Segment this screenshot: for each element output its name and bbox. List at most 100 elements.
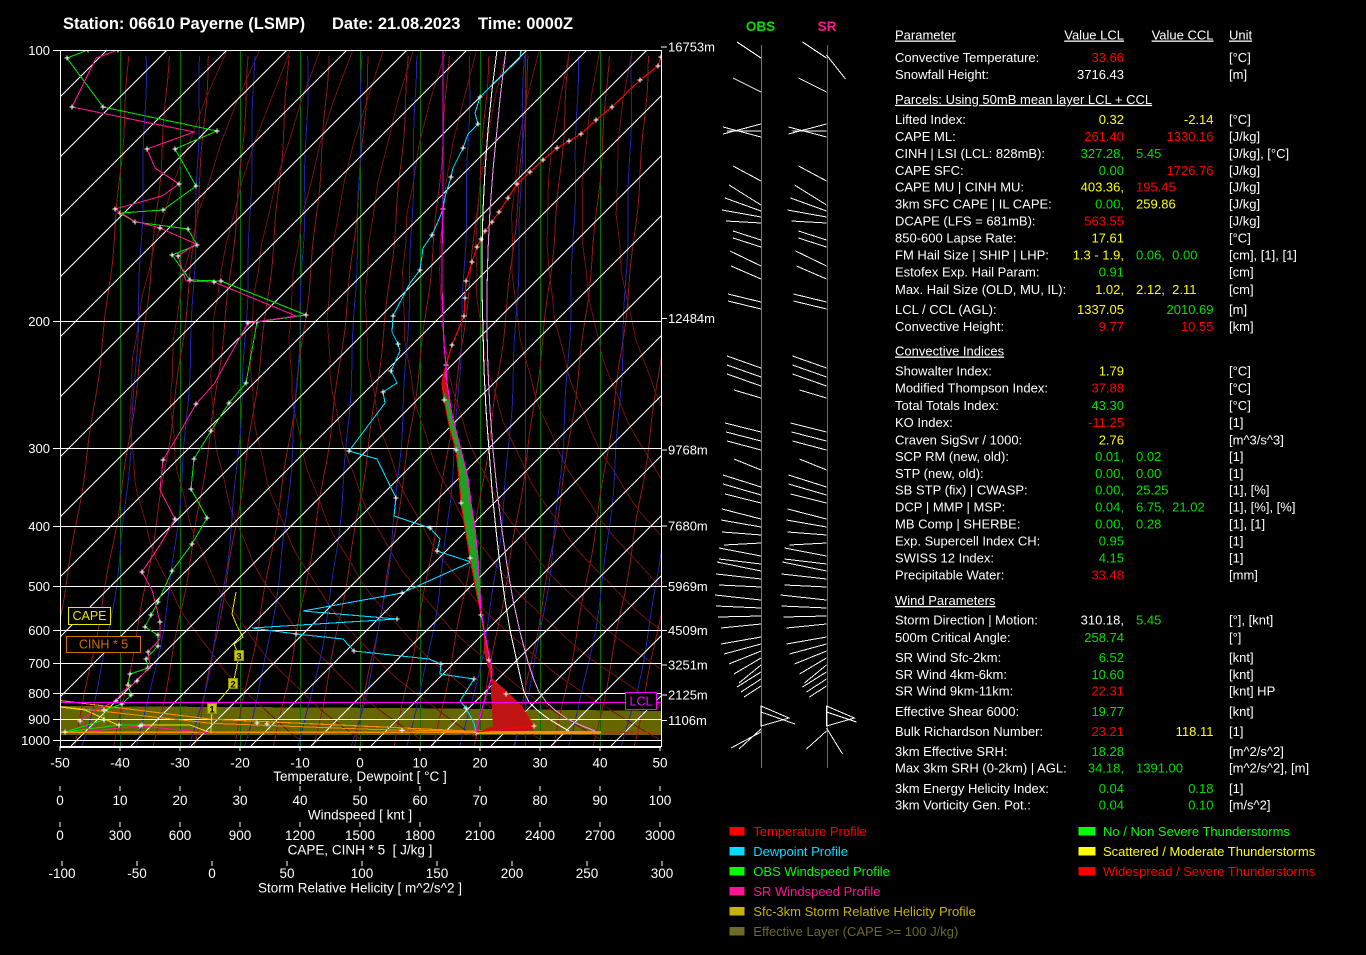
svg-text:195.45: 195.45 [1136, 180, 1176, 195]
svg-text:0.00,: 0.00, [1095, 483, 1124, 498]
svg-text:Date: 21.08.2023: Date: 21.08.2023 [332, 15, 460, 33]
svg-text:3km Vorticity Gen. Pot.:: 3km Vorticity Gen. Pot.: [895, 798, 1031, 813]
svg-text:9.77: 9.77 [1099, 319, 1124, 334]
svg-text:10.55: 10.55 [1181, 319, 1214, 334]
svg-text:Effective Shear 6000:: Effective Shear 6000: [895, 704, 1019, 719]
svg-text:20: 20 [172, 793, 187, 808]
svg-text:0.18: 0.18 [1188, 781, 1213, 796]
svg-text:SWISS 12 Index:: SWISS 12 Index: [895, 550, 994, 565]
svg-text:No / Non Severe Thunderstorms: No / Non Severe Thunderstorms [1103, 824, 1290, 839]
svg-text:10.60: 10.60 [1091, 667, 1124, 682]
svg-text:CAPE SFC:: CAPE SFC: [895, 163, 964, 178]
svg-text:4509m: 4509m [668, 623, 708, 638]
svg-text:Total Totals Index:: Total Totals Index: [895, 398, 999, 413]
svg-text:18.28: 18.28 [1091, 744, 1124, 759]
svg-text:0.02: 0.02 [1136, 449, 1161, 464]
svg-text:CAPE, CINH * 5 [ J/kg ]: CAPE, CINH * 5 [ J/kg ] [288, 843, 433, 858]
svg-text:SR Wind 4km-6km:: SR Wind 4km-6km: [895, 667, 1007, 682]
svg-text:3000: 3000 [645, 828, 675, 843]
svg-text:[1], [%]: [1], [%] [1229, 483, 1269, 498]
svg-text:[m^2/s^2], [m]: [m^2/s^2], [m] [1229, 761, 1309, 776]
svg-text:2.12, 2.11: 2.12, 2.11 [1136, 282, 1196, 297]
svg-text:[J/kg], [°C]: [J/kg], [°C] [1229, 146, 1289, 161]
svg-text:3251m: 3251m [668, 658, 708, 673]
svg-text:9768m: 9768m [668, 443, 708, 458]
svg-text:2100: 2100 [465, 828, 495, 843]
svg-text:800: 800 [28, 686, 50, 701]
svg-text:300: 300 [109, 828, 132, 843]
svg-text:327.28,: 327.28, [1081, 146, 1124, 161]
svg-text:SR Wind 9km-11km:: SR Wind 9km-11km: [895, 684, 1013, 699]
svg-text:0.10: 0.10 [1188, 798, 1213, 813]
svg-text:23.21: 23.21 [1091, 724, 1124, 739]
svg-text:2: 2 [230, 680, 235, 691]
svg-text:[J/kg]: [J/kg] [1229, 163, 1260, 178]
svg-text:90: 90 [592, 793, 607, 808]
svg-text:900: 900 [28, 712, 50, 727]
svg-text:[°C]: [°C] [1229, 50, 1251, 65]
svg-text:[1], [1]: [1], [1] [1229, 516, 1265, 531]
svg-text:-20: -20 [230, 756, 250, 771]
svg-text:37.88: 37.88 [1091, 381, 1124, 396]
svg-text:0.00: 0.00 [1099, 163, 1124, 178]
svg-text:600: 600 [28, 623, 50, 638]
svg-text:[°C]: [°C] [1229, 364, 1251, 379]
svg-text:[knt] HP: [knt] HP [1229, 684, 1275, 699]
svg-text:0: 0 [56, 793, 64, 808]
svg-text:0: 0 [208, 866, 216, 881]
svg-text:1391.00: 1391.00 [1136, 761, 1183, 776]
svg-text:6.52: 6.52 [1099, 650, 1124, 665]
svg-text:300: 300 [651, 866, 674, 881]
svg-text:Temperature Profile: Temperature Profile [753, 824, 866, 839]
svg-text:600: 600 [169, 828, 192, 843]
svg-text:850-600 Lapse Rate:: 850-600 Lapse Rate: [895, 231, 1016, 246]
svg-text:[1]: [1] [1229, 724, 1243, 739]
svg-text:[1]: [1] [1229, 449, 1243, 464]
svg-text:Max 3km SRH (0-2km) | AGL:: Max 3km SRH (0-2km) | AGL: [895, 761, 1067, 776]
svg-text:100: 100 [351, 866, 374, 881]
svg-text:200: 200 [28, 314, 50, 329]
svg-text:150: 150 [426, 866, 449, 881]
svg-text:2400: 2400 [525, 828, 555, 843]
svg-text:30: 30 [532, 756, 547, 771]
svg-text:Storm Relative Helicity [ m^2/: Storm Relative Helicity [ m^2/s^2 ] [258, 881, 462, 896]
svg-text:310.18,: 310.18, [1081, 613, 1124, 628]
svg-text:LCL: LCL [630, 695, 653, 709]
svg-text:[cm]: [cm] [1229, 282, 1254, 297]
svg-text:[°C]: [°C] [1229, 381, 1251, 396]
svg-text:300: 300 [28, 441, 50, 456]
svg-text:0.06, 0.00: 0.06, 0.00 [1136, 248, 1197, 263]
svg-text:Effective Layer (CAPE >= 100 J: Effective Layer (CAPE >= 100 J/kg) [753, 924, 958, 939]
svg-text:Modified Thompson Index:: Modified Thompson Index: [895, 381, 1048, 396]
svg-text:[J/kg]: [J/kg] [1229, 180, 1260, 195]
svg-text:Scattered / Moderate Thunderst: Scattered / Moderate Thunderstorms [1103, 844, 1316, 859]
svg-text:563.55: 563.55 [1084, 214, 1124, 229]
svg-text:SR Wind Sfc-2km:: SR Wind Sfc-2km: [895, 650, 1001, 665]
svg-text:[1]: [1] [1229, 534, 1243, 549]
svg-text:34.18,: 34.18, [1088, 761, 1124, 776]
svg-text:Bulk Richardson Number:: Bulk Richardson Number: [895, 724, 1043, 739]
svg-text:1106m: 1106m [668, 713, 707, 728]
svg-text:900: 900 [229, 828, 252, 843]
svg-text:4.15: 4.15 [1099, 550, 1124, 565]
svg-text:43.30: 43.30 [1091, 398, 1124, 413]
svg-text:Showalter Index:: Showalter Index: [895, 364, 992, 379]
svg-text:[m^3/s^3]: [m^3/s^3] [1229, 432, 1284, 447]
svg-text:400: 400 [28, 519, 50, 534]
svg-text:3km Energy Helicity Index:: 3km Energy Helicity Index: [895, 781, 1049, 796]
svg-text:50: 50 [652, 756, 667, 771]
svg-text:0.04: 0.04 [1099, 781, 1124, 796]
svg-text:OBS Windspeed Profile: OBS Windspeed Profile [753, 864, 890, 879]
svg-text:Convective Height:: Convective Height: [895, 319, 1004, 334]
svg-text:5969m: 5969m [668, 579, 708, 594]
svg-text:50: 50 [279, 866, 294, 881]
svg-text:Parcels: Using 50mB mean layer: Parcels: Using 50mB mean layer LCL + CCL [895, 92, 1152, 107]
svg-text:[km]: [km] [1229, 319, 1254, 334]
svg-text:0.00: 0.00 [1136, 466, 1161, 481]
svg-text:STP (new, old):: STP (new, old): [895, 466, 984, 481]
svg-text:-2.14: -2.14 [1184, 112, 1214, 127]
svg-text:0: 0 [56, 828, 64, 843]
svg-text:0.00,: 0.00, [1095, 197, 1124, 212]
svg-text:Exp. Supercell Index CH:: Exp. Supercell Index CH: [895, 534, 1040, 549]
svg-text:Craven SigSvr / 1000:: Craven SigSvr / 1000: [895, 432, 1022, 447]
